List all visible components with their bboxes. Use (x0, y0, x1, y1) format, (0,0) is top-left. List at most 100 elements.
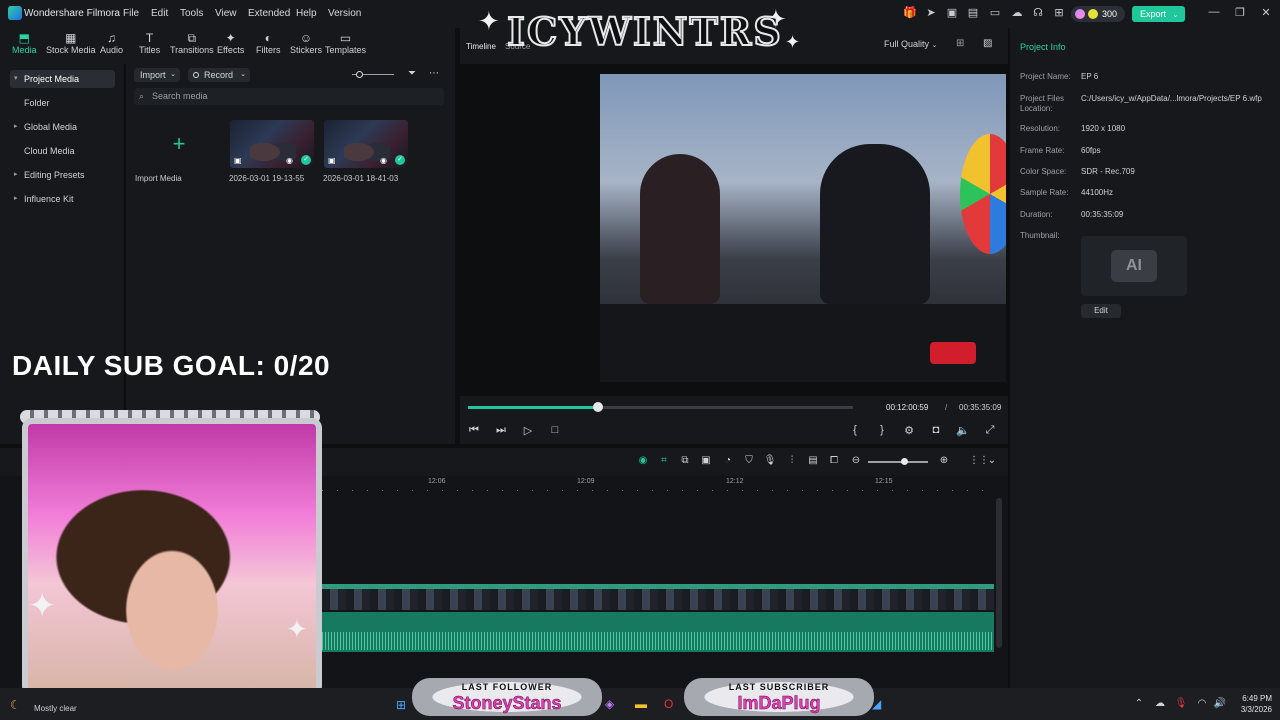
wifi-icon[interactable]: ◠ (1195, 698, 1209, 709)
edit-thumbnail-button[interactable]: Edit (1081, 304, 1121, 318)
mark-out-icon[interactable]: } (875, 424, 889, 438)
project-location-value: C:/Users/icy_w/AppData/...lmora/Projects… (1081, 94, 1262, 103)
mark-in-icon[interactable]: { (848, 424, 862, 438)
tool-filters[interactable]: ◐ Filters (256, 31, 281, 55)
project-info-title[interactable]: Project Info (1020, 42, 1066, 52)
send-icon[interactable]: ➤ (924, 6, 938, 20)
fullscreen-icon[interactable]: ⤢ (983, 424, 997, 438)
copilot-icon[interactable]: ◈ (605, 697, 614, 711)
clip-type-icon: ▣ (234, 156, 242, 165)
stop-icon[interactable]: □ (548, 424, 562, 438)
tool-stickers[interactable]: ☺ Stickers (290, 31, 322, 55)
opera-icon[interactable]: O (664, 697, 673, 711)
zoom-slider-knob[interactable] (356, 71, 363, 78)
volume-icon[interactable]: 🔈 (956, 424, 970, 438)
sidebar-item-cloud-media[interactable]: Cloud Media (10, 142, 115, 160)
sidebar-item-editing-presets[interactable]: ▸ Editing Presets (10, 166, 115, 184)
media-clip-1[interactable]: ▣ ◉ ✓ (230, 120, 314, 168)
tool-titles[interactable]: T Titles (139, 31, 160, 55)
menu-version[interactable]: Version (328, 8, 361, 19)
record-dropdown[interactable]: Record ⌄ (188, 68, 250, 82)
shield-icon[interactable]: ⛉ (742, 455, 756, 469)
playback-scrubber[interactable] (468, 402, 853, 412)
split-icon[interactable]: ⌗ (657, 455, 671, 469)
export-button[interactable]: Export ⌄ (1132, 6, 1185, 22)
video-preview[interactable] (460, 74, 1006, 382)
tool-media[interactable]: ⬒ Media (12, 31, 37, 55)
sidebar-item-folder[interactable]: Folder (10, 94, 115, 112)
menu-tools[interactable]: Tools (180, 8, 203, 19)
media-clip-2[interactable]: ▣ ◉ ✓ (324, 120, 408, 168)
zoom-slider[interactable] (352, 71, 394, 78)
pip-icon[interactable]: ⧠ (827, 455, 841, 469)
tool-audio[interactable]: ♫ Audio (100, 31, 123, 55)
crop-icon[interactable]: ⧉ (678, 455, 692, 469)
grid-view-icon[interactable]: ⊞ (956, 38, 964, 49)
tool-effects[interactable]: ✦ Effects (217, 31, 244, 55)
tool-label: Media (12, 45, 37, 55)
chevron-up-icon[interactable]: ⌃ (1132, 698, 1146, 709)
scrubber-knob[interactable] (592, 402, 603, 412)
quality-select[interactable]: Full Quality ⌄ (884, 39, 937, 49)
headset-icon[interactable]: ☊ (1031, 6, 1045, 20)
timeline-zoom-knob[interactable] (901, 458, 908, 465)
image-icon[interactable]: ▤ (966, 6, 980, 20)
tool-transitions[interactable]: ⧉ Transitions (170, 31, 214, 55)
cloud-icon[interactable]: ☁ (1010, 6, 1024, 20)
restore-icon[interactable]: ❐ (1233, 6, 1247, 19)
previous-frame-icon[interactable]: ⏮ (467, 424, 481, 438)
image-edit-icon[interactable]: ▣ (699, 455, 713, 469)
menu-edit[interactable]: Edit (151, 8, 168, 19)
windows-start-icon[interactable]: ⊞ (396, 698, 406, 712)
sidebar-item-influence-kit[interactable]: ▸ Influence Kit (10, 190, 115, 208)
import-media-tile[interactable]: + (134, 120, 224, 168)
tool-stock-media[interactable]: ▦ Stock Media (46, 31, 96, 55)
video-clip[interactable] (322, 584, 994, 610)
mixer-icon[interactable]: ⫶ (785, 455, 799, 469)
file-explorer-icon[interactable]: ▬ (635, 697, 647, 711)
layout-icon[interactable]: ▣ (945, 6, 959, 20)
menu-file[interactable]: File (123, 8, 139, 19)
play-icon[interactable]: ▷ (521, 424, 535, 438)
weather-text[interactable]: Mostly clear (34, 704, 77, 713)
close-icon[interactable]: ✕ (1259, 6, 1273, 19)
import-dropdown[interactable]: Import ⌄ (134, 68, 180, 82)
tool-label: Effects (217, 45, 245, 55)
preview-frame (600, 74, 1006, 382)
gift-icon[interactable]: 🎁 (903, 6, 917, 20)
more-options-icon[interactable]: ⋯ (429, 68, 439, 79)
zoom-out-icon[interactable]: ⊖ (849, 455, 863, 469)
minimize-icon[interactable]: — (1207, 6, 1221, 18)
filter-icon[interactable]: ⏷ (408, 68, 416, 79)
timeline-zoom-slider[interactable] (868, 458, 928, 465)
speed-icon[interactable]: ◔ (721, 455, 735, 469)
chevron-down-icon[interactable]: ⌄ (985, 455, 999, 469)
render-icon[interactable]: ⚙ (902, 424, 916, 438)
system-clock[interactable]: 6:49 PM 3/3/2026 (1232, 693, 1272, 715)
sidebar-item-global-media[interactable]: ▸ Global Media (10, 118, 115, 136)
microphone-icon[interactable]: 🎙 (1174, 698, 1188, 709)
layout-grid-icon[interactable]: ⋮⋮ (969, 455, 989, 469)
menu-help[interactable]: Help (296, 8, 317, 19)
snapshot-icon[interactable]: ▨ (983, 38, 992, 49)
subtitle-icon[interactable]: ▤ (806, 455, 820, 469)
search-input[interactable]: ⌕ Search media (134, 88, 444, 105)
credits-badge[interactable]: 300 (1071, 6, 1125, 22)
timeline-scrollbar[interactable] (996, 498, 1002, 648)
ai-mode-icon[interactable]: ◉ (636, 455, 650, 469)
menu-extended[interactable]: Extended (248, 8, 290, 19)
next-frame-icon[interactable]: ⏭ (494, 424, 508, 438)
network-cloud-icon[interactable]: ☁ (1153, 698, 1167, 709)
zoom-in-icon[interactable]: ⊕ (937, 455, 951, 469)
grid-icon[interactable]: ⊞ (1052, 6, 1066, 20)
tool-templates[interactable]: ▭ Templates (325, 31, 366, 55)
coin-icon (1088, 9, 1098, 19)
menu-view[interactable]: View (215, 8, 237, 19)
thumbnail-preview[interactable]: AI (1081, 236, 1187, 296)
camera-icon[interactable]: ◘ (929, 424, 943, 438)
microphone-icon[interactable]: 🎙 (763, 455, 777, 469)
app-name: Wondershare Filmora (24, 8, 120, 19)
speaker-icon[interactable]: 🔊 (1213, 698, 1227, 709)
monitor-icon[interactable]: ▭ (988, 6, 1002, 20)
sidebar-item-project-media[interactable]: ▾ Project Media (10, 70, 115, 88)
